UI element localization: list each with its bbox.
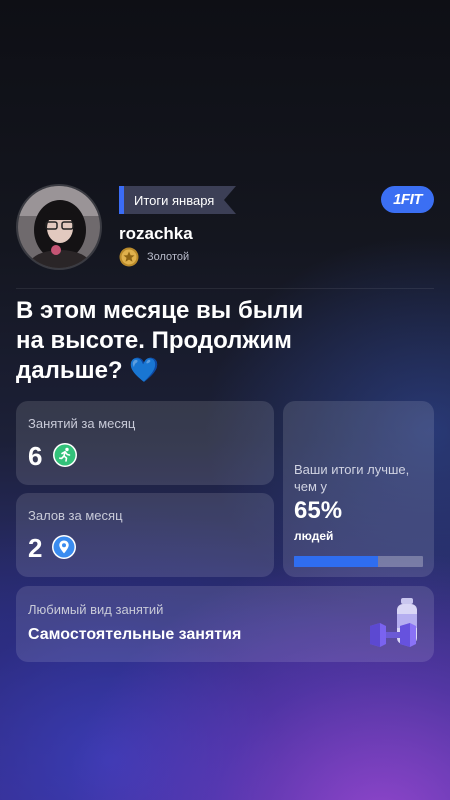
- comparison-progress-bar: [294, 556, 423, 567]
- sessions-label: Занятий за месяц: [28, 416, 136, 431]
- location-pin-icon: [52, 535, 76, 559]
- comparison-card: Ваши итоги лучше, чем у 65% людей: [283, 401, 434, 577]
- brand-logo: 1FIT: [381, 186, 434, 213]
- comparison-value: 65%: [294, 497, 343, 524]
- running-person-icon: [53, 443, 77, 467]
- page-headline: В этом месяце вы были на высоте. Продолж…: [16, 297, 304, 384]
- banner-label: Итоги января: [124, 186, 225, 214]
- favorite-label: Любимый вид занятий: [28, 602, 164, 617]
- username: rozachka: [119, 224, 193, 243]
- tier-label: Золотой: [147, 251, 190, 263]
- gyms-label: Залов за месяц: [28, 508, 123, 523]
- favorite-value: Самостоятельные занятия: [28, 626, 242, 643]
- tier-badge: Золотой: [119, 247, 189, 267]
- favorite-activity-card: Любимый вид занятий Самостоятельные заня…: [16, 586, 434, 662]
- gyms-card: Залов за месяц 2: [16, 493, 274, 577]
- avatar-photo: [18, 186, 100, 268]
- user-avatar[interactable]: [16, 184, 102, 270]
- comparison-unit: людей: [294, 529, 334, 543]
- dumbbell-bottle-icon: [370, 598, 417, 647]
- month-summary-banner: Итоги января: [119, 186, 237, 214]
- gold-medal-icon: [119, 247, 139, 267]
- sessions-value: 6: [28, 441, 43, 471]
- comparison-progress-fill: [294, 556, 378, 567]
- comparison-text: Ваши итоги лучше, чем у: [294, 462, 410, 494]
- sessions-card: Занятий за месяц 6: [16, 401, 274, 485]
- gyms-value: 2: [28, 533, 43, 563]
- banner-tail: [224, 186, 237, 214]
- divider: [16, 288, 434, 289]
